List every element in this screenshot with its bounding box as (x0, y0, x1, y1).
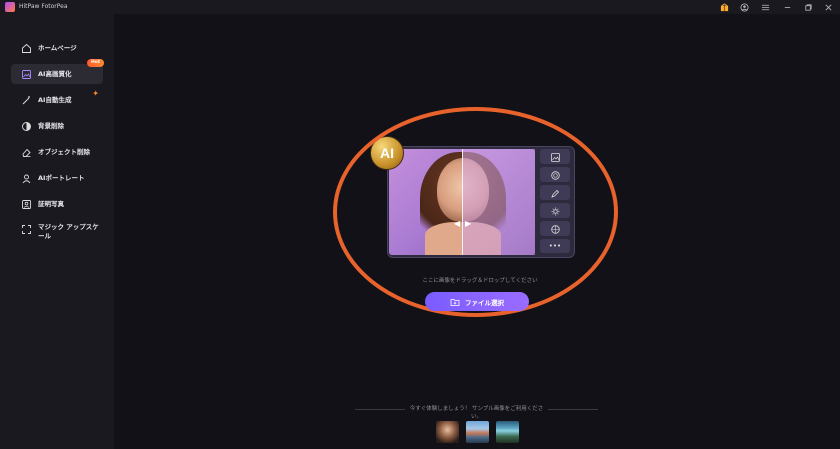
sidebar-item-label: AIポートレート (38, 173, 85, 182)
home-icon (21, 43, 32, 54)
brightness-icon (551, 201, 560, 220)
app-logo-icon (5, 2, 15, 12)
image-icon (550, 147, 560, 166)
compare-right-arrow-icon[interactable]: ▶ (465, 219, 471, 229)
tool-more-button[interactable]: ••• (540, 239, 570, 253)
sidebar-item-ai-generate[interactable]: AI自動生成 ✦ (11, 90, 103, 110)
account-icon[interactable] (739, 2, 749, 12)
sparkle-icon: ✦ (92, 89, 99, 98)
select-file-button[interactable]: ファイル選択 (425, 292, 529, 311)
sidebar: ホームページ AI高画質化 Hot AI自動生成 ✦ 背景削除 オブジェクト削除… (0, 14, 114, 449)
tool-brightness-button[interactable] (540, 203, 570, 218)
sidebar-item-label: AI自動生成 (38, 95, 72, 104)
magic-wand-icon (21, 95, 32, 106)
ai-badge: AI (370, 136, 404, 170)
app-title: HitPaw FotorPea (19, 3, 68, 10)
close-icon[interactable] (823, 2, 833, 12)
sidebar-item-home[interactable]: ホームページ (11, 38, 103, 58)
preview-enhanced-half (462, 149, 535, 255)
drop-hint: ここに画像をドラッグ＆ドロップしてください (422, 278, 538, 284)
sidebar-item-ai-portrait[interactable]: AIポートレート (11, 168, 103, 188)
sample-hint: 今すぐ体験しましょう！ サンプル画像をご利用ください。 (409, 406, 544, 420)
sample-thumbnail-city[interactable] (466, 421, 489, 443)
sidebar-item-object-remove[interactable]: オブジェクト削除 (11, 142, 103, 162)
sample-thumbnail-landscape[interactable] (496, 421, 519, 443)
sidebar-item-label: 背景削除 (38, 121, 64, 130)
minimize-icon[interactable] (782, 2, 792, 12)
denoise-icon (550, 165, 560, 184)
sidebar-item-magic-upscale[interactable]: マジック アップスケール (11, 220, 103, 248)
sidebar-item-label: AI高画質化 (38, 69, 72, 78)
restore-icon[interactable] (803, 2, 813, 12)
sidebar-item-label: マジック アップスケール (38, 223, 99, 240)
compare-divider[interactable] (462, 149, 463, 255)
divider (548, 409, 598, 410)
portrait-icon (21, 173, 32, 184)
title-bar: HitPaw FotorPea (0, 0, 840, 14)
id-photo-icon (21, 199, 32, 210)
upscale-icon (21, 224, 32, 235)
tool-pen-button[interactable] (540, 185, 570, 200)
sidebar-item-background-remove[interactable]: 背景削除 (11, 116, 103, 136)
image-enhance-icon (21, 69, 32, 80)
background-remove-icon (21, 121, 32, 132)
more-icon: ••• (548, 241, 562, 250)
hot-badge: Hot (86, 59, 104, 67)
compare-left-arrow-icon[interactable]: ◀ (454, 219, 460, 229)
select-file-label: ファイル選択 (465, 298, 504, 307)
menu-icon[interactable] (760, 2, 770, 12)
divider (355, 409, 405, 410)
folder-icon (450, 297, 460, 307)
sidebar-item-id-photo[interactable]: 証明写真 (11, 194, 103, 214)
sidebar-item-label: 証明写真 (38, 199, 64, 208)
tool-circle-button[interactable] (540, 167, 570, 182)
sidebar-item-ai-enhance[interactable]: AI高画質化 Hot (11, 59, 104, 84)
tool-image-button[interactable] (540, 149, 570, 164)
sidebar-item-label: オブジェクト削除 (38, 147, 90, 156)
sidebar-item-label: ホームページ (38, 43, 77, 52)
eraser-icon (21, 147, 32, 158)
pen-icon (550, 183, 560, 202)
sample-thumbnail-portrait[interactable] (436, 421, 459, 443)
tool-color-button[interactable] (540, 221, 570, 236)
color-icon (550, 219, 560, 238)
gift-icon[interactable] (719, 2, 729, 12)
